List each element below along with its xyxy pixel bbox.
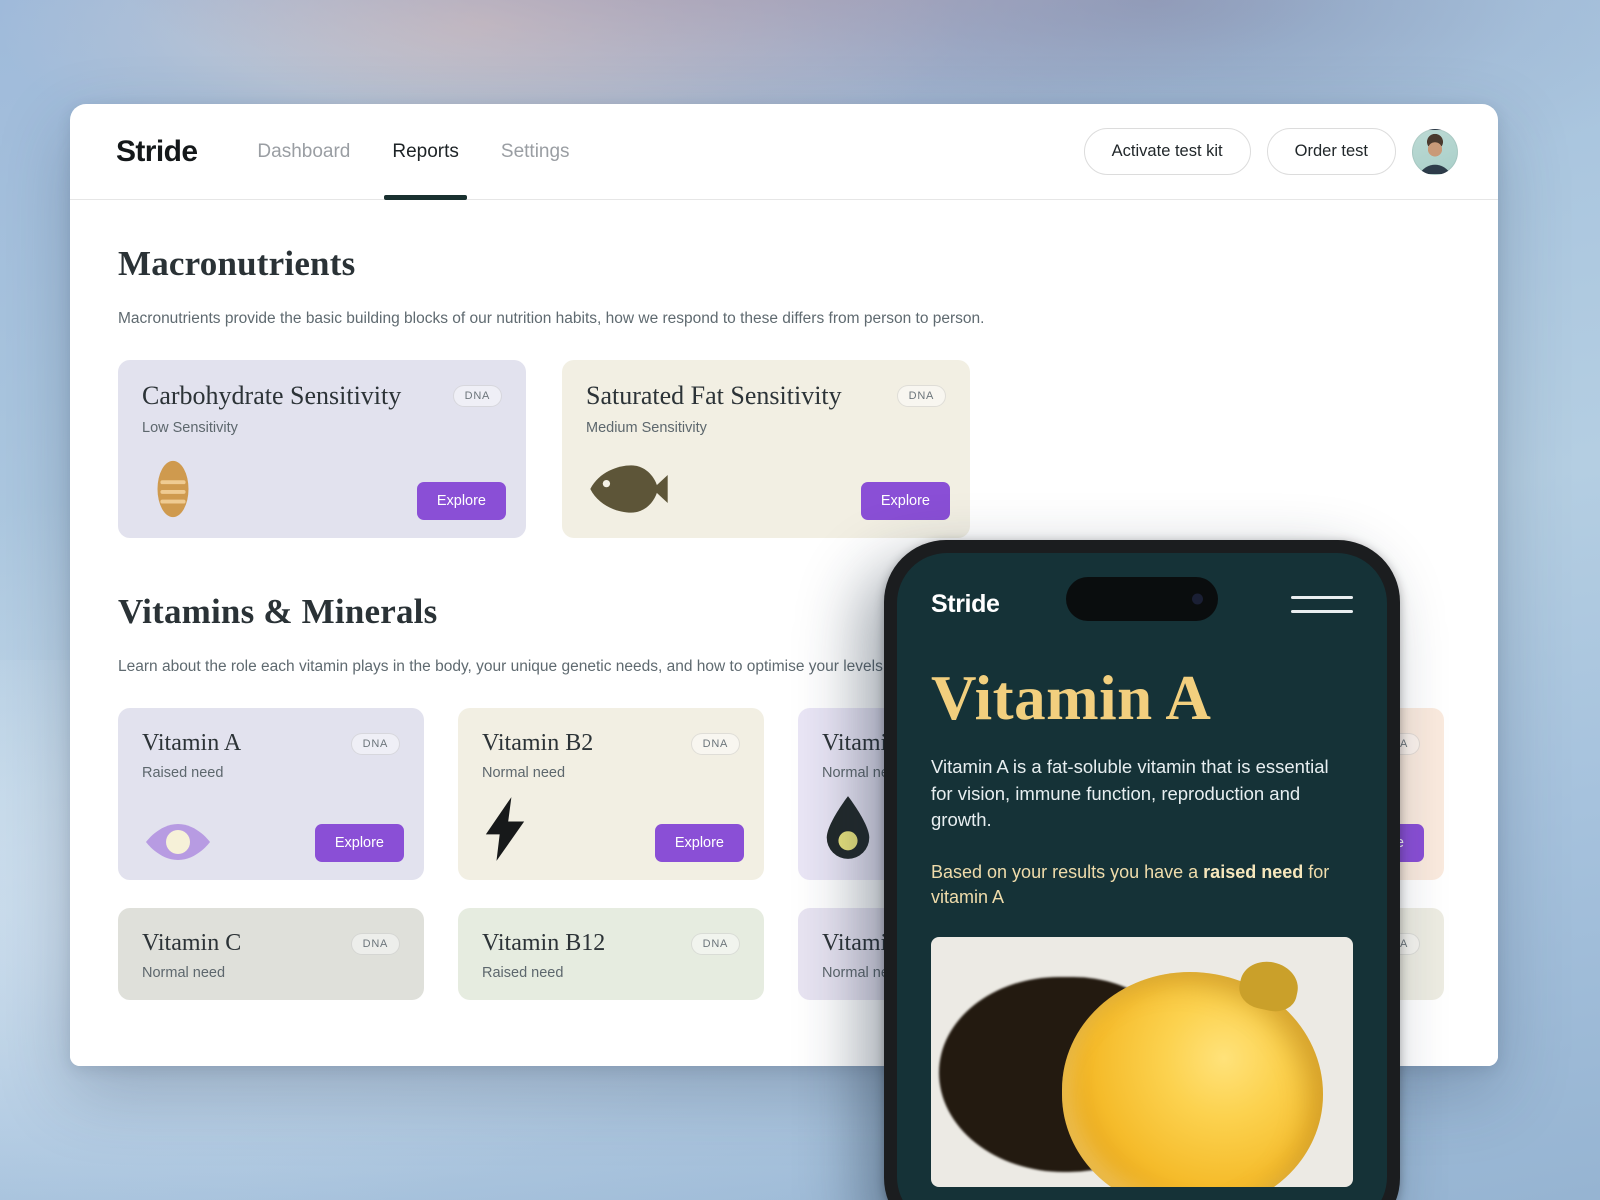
card-saturated-fat-sensitivity[interactable]: Saturated Fat Sensitivity DNA Medium Sen… [562,360,970,538]
nav-label-dashboard: Dashboard [257,140,351,162]
nav-label-reports: Reports [392,140,459,162]
dna-badge: DNA [350,933,400,955]
macronutrients-description: Macronutrients provide the basic buildin… [118,310,985,327]
nav-item-settings[interactable]: Settings [499,104,572,200]
phone-page-title: Vitamin A [931,663,1212,733]
card-status: Raised need [142,765,224,782]
explore-button[interactable]: Explore [654,824,744,862]
card-vitamin-b2[interactable]: Vitamin B2 DNA Normal need Explore [458,708,764,880]
card-carbohydrate-sensitivity[interactable]: Carbohydrate Sensitivity DNA Low Sensiti… [118,360,526,538]
card-header: Carbohydrate Sensitivity DNA [142,381,502,411]
lemon-fruit [1061,971,1324,1187]
card-title: Vitamin B12 [482,930,606,956]
card-header: Vitamin B12 DNA [482,930,740,956]
card-header: Vitamin A DNA [142,730,400,756]
card-vitamin-c[interactable]: Vitamin C DNA Normal need [118,908,424,1000]
phone-result-note: Based on your results you have a raised … [931,860,1353,911]
activate-test-kit-button[interactable]: Activate test kit [1083,128,1251,175]
phone-mockup: Stride Vitamin A Vitamin A is a fat-solu… [884,540,1400,1200]
fish-icon [590,465,668,513]
card-status: Low Sensitivity [142,419,238,436]
phone-brand-logo[interactable]: Stride [931,590,1000,619]
explore-button[interactable]: Explore [860,482,950,520]
avatar[interactable] [1412,128,1458,175]
brand-logo[interactable]: Stride [116,135,198,169]
explore-button[interactable]: Explore [314,824,404,862]
lightning-icon [485,797,525,861]
card-title: Vitamin B2 [482,730,594,756]
dna-badge: DNA [896,385,946,407]
card-footer: Explore [586,458,950,520]
nav-item-reports[interactable]: Reports [384,104,467,200]
note-bold: raised need [1203,861,1304,882]
card-header: Vitamin C DNA [142,930,400,956]
card-footer: Explore [142,822,404,862]
explore-button[interactable]: Explore [416,482,506,520]
dna-badge: DNA [690,933,740,955]
topbar-actions: Activate test kit Order test [1083,128,1458,175]
order-test-button[interactable]: Order test [1266,128,1396,175]
droplet-icon [826,796,870,859]
phone-top-bar: Stride [931,581,1353,627]
hamburger-line [1291,595,1353,599]
macronutrients-heading: Macronutrients [118,244,356,283]
dna-badge: DNA [452,385,502,407]
dna-badge: DNA [350,733,400,755]
top-navigation-bar: Stride Dashboard Reports Settings Activa… [70,104,1498,200]
lemon-photo [931,936,1353,1187]
eye-icon [146,824,210,860]
card-vitamin-b12[interactable]: Vitamin B12 DNA Raised need [458,908,764,1000]
main-nav: Dashboard Reports Settings [255,104,571,200]
hamburger-menu-icon[interactable] [1291,595,1353,613]
card-title: Saturated Fat Sensitivity [586,381,842,410]
macronutrients-grid: Carbohydrate Sensitivity DNA Low Sensiti… [118,360,1452,538]
card-header: Vitamin B2 DNA [482,730,740,756]
bread-icon [157,460,189,518]
card-footer: Explore [142,458,506,520]
card-status: Raised need [482,965,564,982]
card-status: Normal need [142,965,226,982]
card-footer: Explore [482,796,744,862]
card-title: Carbohydrate Sensitivity [142,381,402,410]
dna-badge: DNA [690,733,740,755]
card-vitamin-a[interactable]: Vitamin A DNA Raised need Explore [118,708,424,880]
note-lead: Based on your results you have a [931,861,1204,882]
card-status: Medium Sensitivity [586,419,707,436]
phone-body-text: Vitamin A is a fat-soluble vitamin that … [931,756,1329,831]
phone-screen: Stride Vitamin A Vitamin A is a fat-solu… [897,553,1387,1200]
card-status: Normal need [482,765,566,782]
card-header: Saturated Fat Sensitivity DNA [586,381,946,411]
card-title: Vitamin A [142,730,242,756]
nav-label-settings: Settings [500,140,570,162]
nav-item-dashboard[interactable]: Dashboard [255,104,352,200]
hamburger-line [1291,609,1353,613]
card-title: Vitamin C [142,930,242,956]
